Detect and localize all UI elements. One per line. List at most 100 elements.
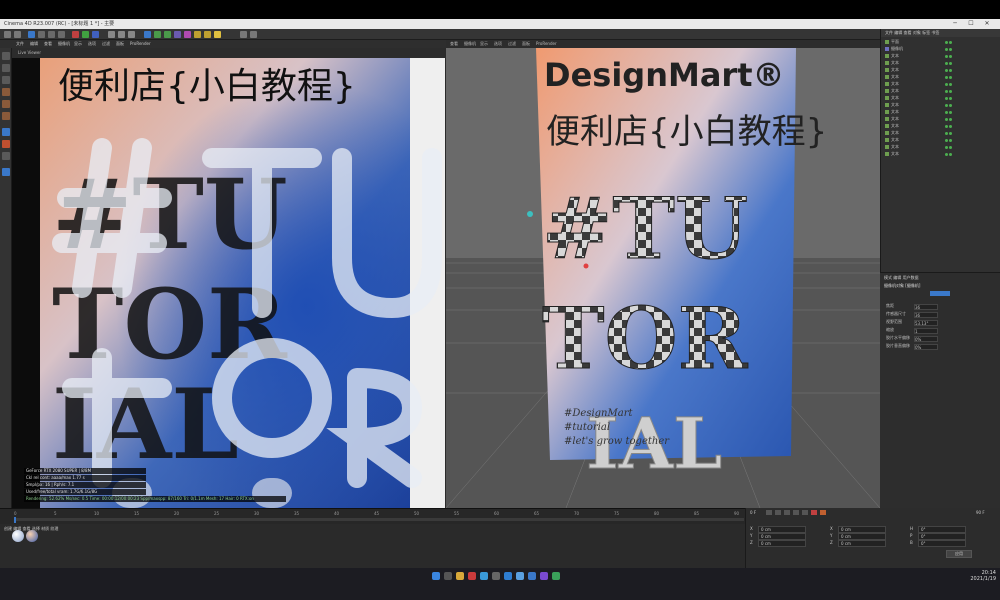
next-frame-icon[interactable] [792,510,799,515]
vp2-menu-panel[interactable]: 面板 [522,40,530,48]
object-row[interactable]: 文本 [885,137,997,143]
attr-tab-mode[interactable]: 模式 [884,275,892,280]
film-v-field[interactable]: 0% [914,344,938,350]
minimize-button[interactable]: ─ [950,19,960,29]
store-icon[interactable] [528,572,536,580]
timeline-ruler[interactable]: 0 5 10 15 20 25 30 35 40 45 50 55 60 65 70 75 80 85 90 [14,511,744,517]
live-render-viewport[interactable]: 便利店{小白教程} #TU TOR IAL GeForce RTX 2080 S… [12,58,445,508]
coord-field[interactable]: 0 cm [758,526,806,533]
render-settings-icon[interactable] [128,31,135,38]
checker-text-line-1[interactable]: #TU [542,179,749,279]
object-row[interactable]: 文本 [885,95,997,101]
model-mode-icon[interactable] [2,64,10,72]
timeline-playhead[interactable] [14,517,16,523]
attr-tab-object-active[interactable] [930,291,950,296]
object-row[interactable]: 文本 [885,67,997,73]
attr-tab-userdata[interactable]: 用户数据 [903,275,919,280]
move-icon[interactable] [38,31,45,38]
workplane-icon[interactable] [2,140,10,148]
menu-look[interactable]: 查看 [44,40,52,48]
object-row[interactable]: 文本 [885,60,997,66]
material-swatch-2[interactable] [26,530,38,542]
object-row[interactable]: 文本 [885,74,997,80]
axis-handle-icon[interactable] [583,263,589,269]
menu-prorender[interactable]: ProRender [130,40,151,48]
autokey-icon[interactable] [819,510,826,515]
object-row[interactable]: 文本 [885,102,997,108]
camera-gizmo-icon[interactable] [527,211,533,217]
attr-tab-edit[interactable]: 编辑 [893,275,901,280]
maximize-button[interactable]: ☐ [966,19,976,29]
clock[interactable]: 20:14 2021/1/19 [962,570,996,582]
focal-field[interactable]: 36 [914,304,938,310]
subdivision-icon[interactable] [164,31,171,38]
browser-icon[interactable] [480,572,488,580]
cube-icon[interactable] [144,31,151,38]
goto-start-icon[interactable] [766,510,772,515]
checker-text-line-2[interactable]: TOR [542,289,750,389]
coord-field[interactable]: 0° [918,533,966,540]
select-icon[interactable] [28,31,35,38]
rotate-icon[interactable] [58,31,65,38]
coord-field[interactable]: 0 cm [758,540,806,547]
app3-icon[interactable] [552,572,560,580]
app2-icon[interactable] [540,572,548,580]
points-mode-icon[interactable] [2,88,10,96]
menu-options[interactable]: 选项 [88,40,96,48]
close-button[interactable]: ✕ [982,19,992,29]
menu-view[interactable]: 文件 [16,40,24,48]
vp2-menu-display[interactable]: 显示 [480,40,488,48]
vp2-menu-camera[interactable]: 摄像机 [464,40,476,48]
render-view-icon[interactable] [108,31,115,38]
axis-y-icon[interactable] [82,31,89,38]
coord-field[interactable]: 0 cm [838,540,886,547]
live-viewer-menu[interactable]: Live Viewer [18,50,41,55]
edges-mode-icon[interactable] [2,100,10,108]
film-h-field[interactable]: 0% [914,336,938,342]
menu-edit[interactable]: 编辑 [30,40,38,48]
coord-field[interactable]: 0 cm [758,533,806,540]
app-icon[interactable] [468,572,476,580]
fov-field[interactable]: 53.13° [914,320,938,326]
make-editable-icon[interactable] [2,52,10,60]
perspective-viewport[interactable]: DesignMart® 便利店{小白教程} #TU TOR IAL #Desig… [446,48,880,508]
zoom-field[interactable]: 1 [914,328,938,334]
coord-field[interactable]: 0 cm [838,526,886,533]
menu-panel[interactable]: 面板 [116,40,124,48]
start-icon[interactable] [432,572,440,580]
vp2-menu-view[interactable]: 查看 [450,40,458,48]
sensor-field[interactable]: 36 [914,312,938,318]
axis-z-icon[interactable] [92,31,99,38]
scale-icon[interactable] [48,31,55,38]
material-swatch-1[interactable] [12,530,24,542]
axis-x-icon[interactable] [72,31,79,38]
object-row[interactable]: 文本 [885,130,997,136]
record-icon[interactable] [810,510,817,515]
play-icon[interactable] [783,510,790,515]
coord-field[interactable]: 0 cm [838,533,886,540]
vp2-menu-options[interactable]: 选项 [494,40,502,48]
cinema4d-icon[interactable] [492,572,500,580]
object-row[interactable]: 摄像机 [885,46,997,52]
deformer-icon[interactable] [184,31,191,38]
pen-icon[interactable] [154,31,161,38]
texture-mode-icon[interactable] [2,76,10,84]
octane-tool-icon[interactable] [2,168,10,176]
object-row[interactable]: 文本 [885,88,997,94]
menu-display[interactable]: 显示 [74,40,82,48]
object-row[interactable]: 文本 [885,144,997,150]
menu-camera[interactable]: 摄像机 [58,40,70,48]
polygons-mode-icon[interactable] [2,112,10,120]
folder-icon[interactable] [456,572,464,580]
snap-icon[interactable] [2,128,10,136]
apply-button[interactable]: 应用 [946,550,972,558]
prev-frame-icon[interactable] [774,510,781,515]
object-row[interactable]: 平面 [885,39,997,45]
mail-icon[interactable] [516,572,524,580]
search-icon[interactable] [444,572,452,580]
vp2-menu-prorender[interactable]: ProRender [536,40,557,48]
solo-icon[interactable] [2,152,10,160]
object-row[interactable]: 文本 [885,109,997,115]
octane-icon[interactable] [240,31,247,38]
coord-field[interactable]: 0° [918,526,966,533]
